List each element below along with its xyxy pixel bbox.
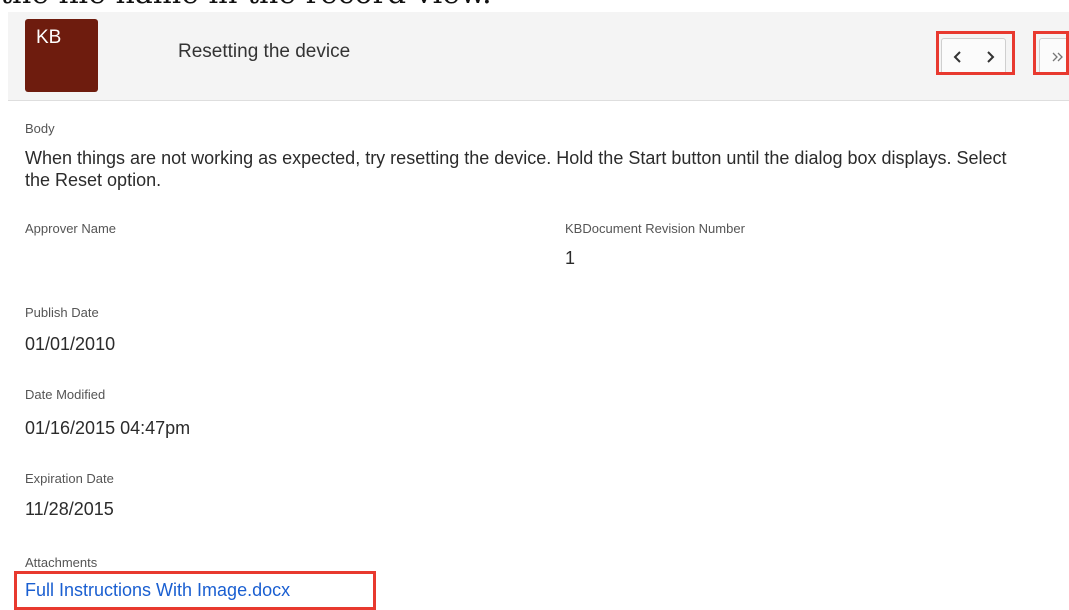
avatar-label: KB xyxy=(36,27,62,48)
attachments-label: Attachments xyxy=(25,555,98,570)
approver-name-label: Approver Name xyxy=(25,221,117,236)
body-value: When things are not working as expected,… xyxy=(25,148,1007,190)
publish-date-label: Publish Date xyxy=(25,305,99,320)
previous-record-button[interactable] xyxy=(942,39,973,74)
revision-number-value: 1 xyxy=(565,248,576,268)
date-modified-label: Date Modified xyxy=(25,387,106,402)
double-chevron-right-icon xyxy=(1052,52,1063,61)
expiration-date-value: 11/28/2015 xyxy=(25,499,114,519)
record-header: KB Resetting the device xyxy=(8,12,1069,101)
next-record-button[interactable] xyxy=(974,39,1005,74)
record-pagination xyxy=(941,38,1006,75)
attachment-link[interactable]: Full Instructions With Image.docx xyxy=(25,580,290,601)
chevron-left-icon xyxy=(953,50,961,63)
date-modified-value: 01/16/2015 04:47pm xyxy=(25,418,191,438)
document-caption: the file name in the record view. xyxy=(0,0,492,11)
revision-number-label: KBDocument Revision Number xyxy=(565,221,745,236)
record-title: Resetting the device xyxy=(178,41,351,62)
chevron-right-icon xyxy=(986,50,994,63)
module-avatar: KB xyxy=(25,19,98,92)
body-label: Body xyxy=(25,121,55,136)
publish-date-value: 01/01/2010 xyxy=(25,334,116,354)
expiration-date-label: Expiration Date xyxy=(25,471,114,486)
toggle-sidebar-button[interactable] xyxy=(1039,38,1069,75)
